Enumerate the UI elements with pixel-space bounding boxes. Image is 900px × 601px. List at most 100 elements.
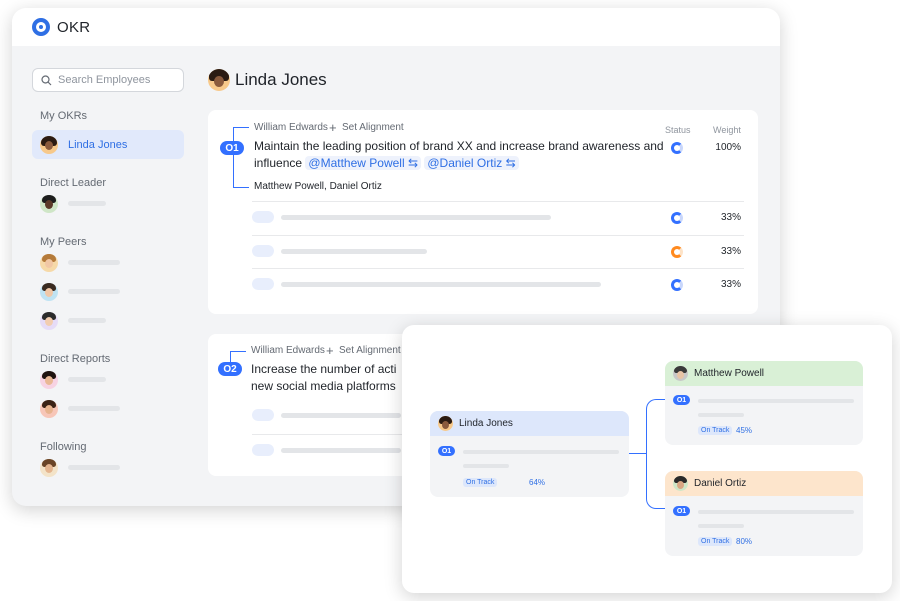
avatar: [40, 458, 58, 477]
kr-badge: [252, 245, 274, 257]
objective-text[interactable]: Increase the number of acti new social m…: [251, 361, 411, 395]
mention-daniel-ortiz[interactable]: @Daniel Ortiz ⇆: [424, 156, 519, 170]
set-alignment-link[interactable]: Set Alignment: [342, 122, 404, 133]
kr-weight: 33%: [720, 212, 741, 223]
status-ring-icon: [671, 142, 683, 154]
text-placeholder: [698, 510, 854, 514]
kr-text-placeholder: [281, 249, 427, 254]
node-header: Matthew Powell: [665, 361, 863, 386]
key-result-row[interactable]: 33%: [252, 235, 744, 268]
avatar: [673, 476, 688, 491]
avatar: [40, 282, 58, 301]
objective-title-line2: new social media platforms: [251, 379, 396, 393]
text-placeholder: [698, 524, 744, 528]
tree-node-root[interactable]: Linda Jones O1 On Track 64%: [430, 411, 629, 497]
search-input[interactable]: [58, 74, 178, 86]
avatar: [673, 366, 688, 381]
status-badge: On Track: [698, 426, 733, 435]
avatar: [208, 69, 230, 91]
alignment-line-bottom: [233, 187, 249, 188]
key-result-row[interactable]: 33%: [252, 201, 744, 234]
text-placeholder: [463, 450, 619, 454]
progress-value: 45%: [736, 426, 753, 435]
avatar: [40, 194, 58, 213]
progress-value: 64%: [529, 478, 546, 487]
avatar: [40, 370, 58, 389]
alignment-line-top: [233, 127, 249, 128]
objective-badge: O1: [220, 141, 244, 155]
tree-node-child[interactable]: Daniel Ortiz O1 On Track 80%: [665, 471, 863, 556]
name-placeholder: [68, 289, 120, 294]
key-result-row[interactable]: 33%: [252, 268, 744, 301]
status-ring-icon: [671, 212, 683, 224]
list-item[interactable]: [32, 189, 184, 218]
alignment-line: [233, 127, 234, 187]
section-following: Following: [40, 441, 87, 453]
name-placeholder: [68, 406, 120, 411]
aligned-to-name[interactable]: William Edwards: [254, 122, 328, 133]
page-header: Linda Jones: [208, 68, 760, 92]
name-placeholder: [68, 260, 120, 265]
text-placeholder: [698, 399, 854, 403]
alignment-line-top: [230, 351, 246, 352]
text-placeholder: [698, 413, 744, 417]
list-item[interactable]: [32, 394, 184, 423]
kr-badge: [252, 444, 274, 456]
aligned-to-name[interactable]: William Edwards: [251, 345, 325, 356]
tree-node-child[interactable]: Matthew Powell O1 On Track 45%: [665, 361, 863, 445]
main-content: Linda Jones O1 William Edwards + Set Ali…: [208, 68, 760, 476]
key-result-row[interactable]: [252, 434, 402, 467]
objective-badge: O2: [218, 362, 242, 376]
search-box[interactable]: [32, 68, 184, 92]
kr-badge: [252, 409, 274, 421]
sidebar: My OKRs Linda Jones Direct Leader My Pee…: [32, 68, 184, 482]
sidebar-item-linda-jones[interactable]: Linda Jones: [32, 130, 184, 159]
title-bar: OKR: [12, 8, 780, 46]
avatar: [40, 311, 58, 330]
name-placeholder: [68, 377, 106, 382]
objective-badge: O1: [438, 446, 455, 456]
kr-badge: [252, 278, 274, 290]
text-placeholder: [463, 464, 509, 468]
kr-text-placeholder: [281, 413, 401, 418]
avatar: [40, 135, 58, 154]
okr-logo-icon: [32, 18, 50, 36]
section-direct-reports: Direct Reports: [40, 353, 111, 365]
avatar: [438, 416, 453, 431]
objective-weight: 100%: [715, 142, 741, 153]
objective-title-line1: Increase the number of acti: [251, 362, 397, 376]
list-item[interactable]: [32, 453, 184, 482]
plus-icon[interactable]: +: [326, 343, 334, 358]
list-item[interactable]: [32, 277, 184, 306]
name-placeholder: [68, 318, 106, 323]
section-my-okrs: My OKRs: [40, 110, 88, 122]
tree-connector: [629, 453, 646, 454]
list-item[interactable]: [32, 248, 184, 277]
objective-badge: O1: [673, 506, 690, 516]
weight-column-header: Weight: [713, 125, 741, 135]
search-icon: [41, 74, 52, 85]
sidebar-item-label: Linda Jones: [68, 138, 128, 151]
mention-matthew-powell[interactable]: @Matthew Powell ⇆: [305, 156, 422, 170]
key-result-row[interactable]: [252, 400, 402, 433]
kr-weight: 33%: [720, 246, 741, 257]
status-column-header: Status: [665, 125, 691, 135]
set-alignment-link[interactable]: Set Alignment: [339, 345, 401, 356]
plus-icon[interactable]: +: [329, 120, 337, 135]
avatar: [40, 399, 58, 418]
section-direct-leader: Direct Leader: [40, 177, 107, 189]
node-name: Daniel Ortiz: [694, 478, 747, 489]
objective-card-o1: O1 William Edwards + Set Alignment Maint…: [208, 110, 758, 314]
list-item[interactable]: [32, 365, 184, 394]
status-ring-icon: [671, 279, 683, 291]
list-item[interactable]: [32, 306, 184, 335]
section-my-peers: My Peers: [40, 236, 87, 248]
avatar: [40, 253, 58, 272]
node-name: Matthew Powell: [694, 368, 765, 379]
tree-connector: [646, 399, 666, 509]
name-placeholder: [68, 201, 106, 206]
progress-value: 80%: [736, 537, 753, 546]
node-header: Daniel Ortiz: [665, 471, 863, 496]
objective-text[interactable]: Maintain the leading position of brand X…: [254, 138, 664, 172]
kr-text-placeholder: [281, 215, 551, 220]
